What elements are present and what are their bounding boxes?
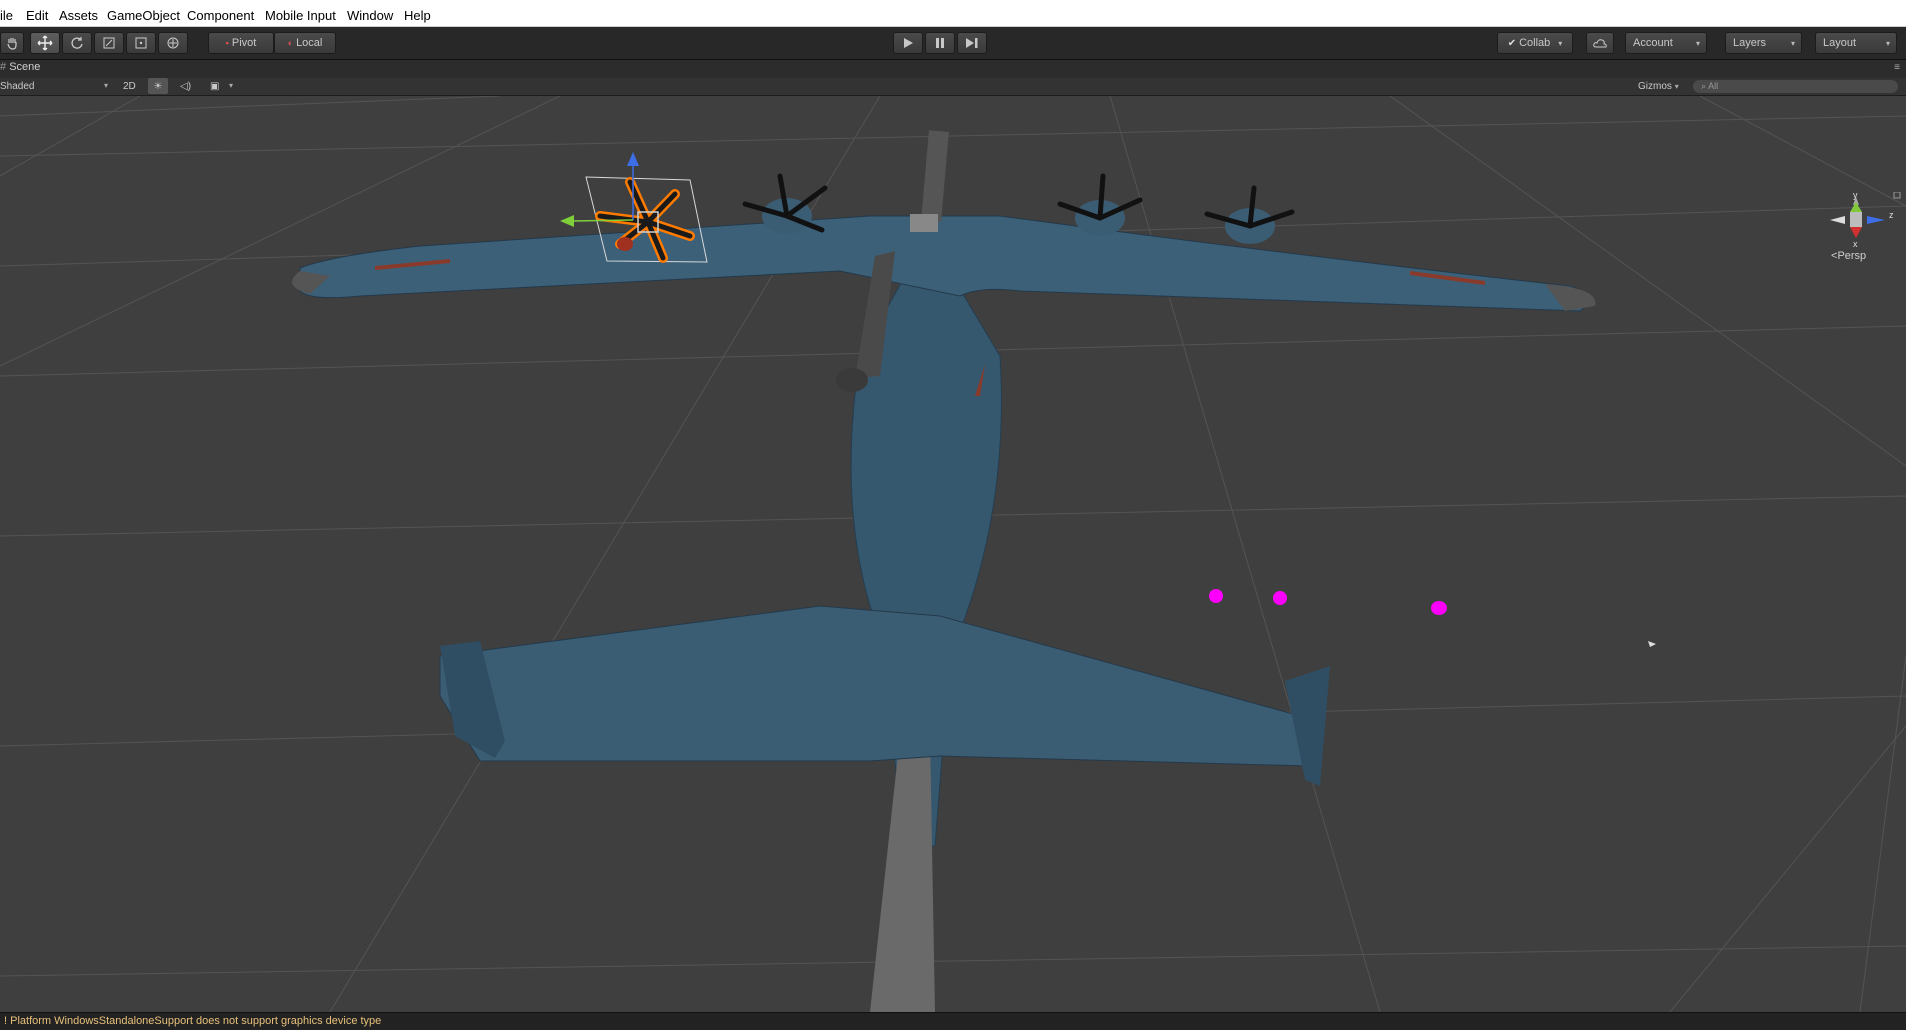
grid-icon: #: [0, 61, 7, 73]
scene-render: [0, 96, 1906, 1012]
move-tool-button[interactable]: [30, 32, 60, 54]
account-label: Account: [1633, 37, 1673, 49]
console-status-bar[interactable]: ! Platform WindowsStandaloneSupport does…: [0, 1012, 1906, 1030]
chevron-down-icon: ▾: [1674, 82, 1679, 91]
z-axis-label: z: [1889, 210, 1894, 220]
chevron-down-icon: ▾: [1790, 38, 1795, 48]
step-icon: [966, 38, 978, 48]
gizmos-dropdown[interactable]: Gizmos ▾: [1638, 81, 1679, 92]
effects-dropdown[interactable]: ▣: [210, 81, 219, 92]
audio-toggle[interactable]: ◁): [180, 81, 191, 92]
scene-search-input[interactable]: ⌕ All: [1693, 80, 1898, 93]
chevron-down-icon: ▾: [1885, 38, 1890, 48]
hand-tool-button[interactable]: [0, 32, 24, 54]
scene-tab-row: # Scene ≡: [0, 60, 1906, 78]
play-button[interactable]: [893, 32, 923, 54]
missing-material-objects: [1209, 589, 1447, 615]
2d-toggle[interactable]: 2D: [123, 81, 136, 92]
menu-bar: ile Edit Assets GameObject Component Mob…: [0, 0, 1906, 27]
menu-component[interactable]: Component: [187, 8, 254, 23]
y-axis-label: y: [1853, 190, 1858, 200]
local-label: Local: [296, 37, 323, 49]
search-icon: ⌕: [1701, 81, 1707, 91]
projection-toggle[interactable]: <Persp: [1831, 250, 1866, 262]
scene-toolbar: Shaded ▾ 2D ☀ ◁) ▣ ▾ Gizmos ▾ ⌕ All: [0, 78, 1906, 96]
speaker-icon: ◁): [180, 81, 192, 92]
x-axis-label: x: [1853, 239, 1858, 249]
transform-tool-button[interactable]: [158, 32, 188, 54]
tab-menu-icon[interactable]: ≡: [1894, 62, 1900, 73]
sun-icon: ☀: [153, 81, 163, 92]
step-button[interactable]: [957, 32, 987, 54]
rotate-icon: [71, 37, 83, 49]
scene-tab[interactable]: # Scene: [0, 61, 40, 73]
z-axis-arrow[interactable]: [627, 152, 639, 166]
chevron-down-icon: ▾: [104, 81, 109, 90]
console-message: Platform WindowsStandaloneSupport does n…: [10, 1015, 382, 1027]
account-dropdown[interactable]: Account ▾: [1625, 32, 1707, 54]
image-icon: ▣: [210, 81, 220, 92]
collab-dropdown[interactable]: ✔ Collab ▾: [1497, 32, 1573, 54]
layout-dropdown[interactable]: Layout ▾: [1815, 32, 1897, 54]
scene-viewport[interactable]: y z x <Persp: [0, 96, 1906, 1012]
menu-gameobject[interactable]: GameObject: [107, 8, 180, 23]
local-toggle[interactable]: ◐ Local: [274, 32, 336, 54]
scene-tab-label: Scene: [9, 61, 41, 73]
pause-icon: [936, 38, 944, 48]
rect-transform-icon: [135, 37, 147, 49]
gizmos-label: Gizmos: [1638, 81, 1672, 92]
aircraft-model: [292, 130, 1596, 1012]
pivot-icon: ▪: [225, 38, 229, 48]
menu-edit[interactable]: Edit: [26, 8, 48, 23]
cloud-icon: [1593, 39, 1607, 48]
chevron-down-icon: ▾: [1558, 38, 1563, 48]
chevron-down-icon: ▾: [229, 81, 234, 90]
collab-label: Collab: [1519, 37, 1551, 49]
rotate-tool-button[interactable]: [62, 32, 92, 54]
scale-tool-button[interactable]: [94, 32, 124, 54]
layers-label: Layers: [1733, 37, 1767, 49]
pivot-label: Pivot: [231, 37, 257, 49]
warning-icon: !: [4, 1015, 8, 1027]
projection-label: Persp: [1837, 250, 1867, 262]
orientation-gizmo[interactable]: y z x <Persp: [1815, 190, 1905, 302]
lighting-toggle[interactable]: ☀: [148, 78, 168, 94]
pause-button[interactable]: [925, 32, 955, 54]
shading-mode-label: Shaded: [0, 81, 35, 92]
move-arrows-icon: [37, 35, 53, 51]
hand-icon: [7, 38, 17, 50]
scale-icon: [103, 37, 115, 49]
pivot-toggle[interactable]: ▪ Pivot: [208, 32, 274, 54]
play-icon: [904, 38, 913, 48]
search-placeholder: All: [1708, 81, 1719, 91]
menu-assets[interactable]: Assets: [59, 8, 98, 23]
menu-file[interactable]: ile: [0, 8, 13, 23]
mouse-cursor-icon: [1648, 641, 1656, 647]
menu-mobile-input[interactable]: Mobile Input: [265, 8, 336, 23]
check-icon: ✔: [1507, 37, 1517, 49]
layers-dropdown[interactable]: Layers ▾: [1725, 32, 1802, 54]
menu-help[interactable]: Help: [404, 8, 431, 23]
chevron-down-icon: ▾: [1695, 38, 1700, 48]
y-axis-arrow[interactable]: [560, 215, 574, 227]
shading-mode-dropdown[interactable]: Shaded: [0, 81, 34, 92]
transform-icon: [167, 37, 179, 49]
rect-tool-button[interactable]: [126, 32, 156, 54]
main-toolbar: ▪ Pivot ◐ Local ✔ Collab ▾ Account ▾ Lay…: [0, 27, 1906, 60]
local-icon: ◐: [287, 38, 294, 48]
cloud-button[interactable]: [1586, 32, 1614, 54]
layout-label: Layout: [1823, 37, 1857, 49]
menu-window[interactable]: Window: [347, 8, 393, 23]
axis-gizmo-icon: [1830, 192, 1901, 238]
